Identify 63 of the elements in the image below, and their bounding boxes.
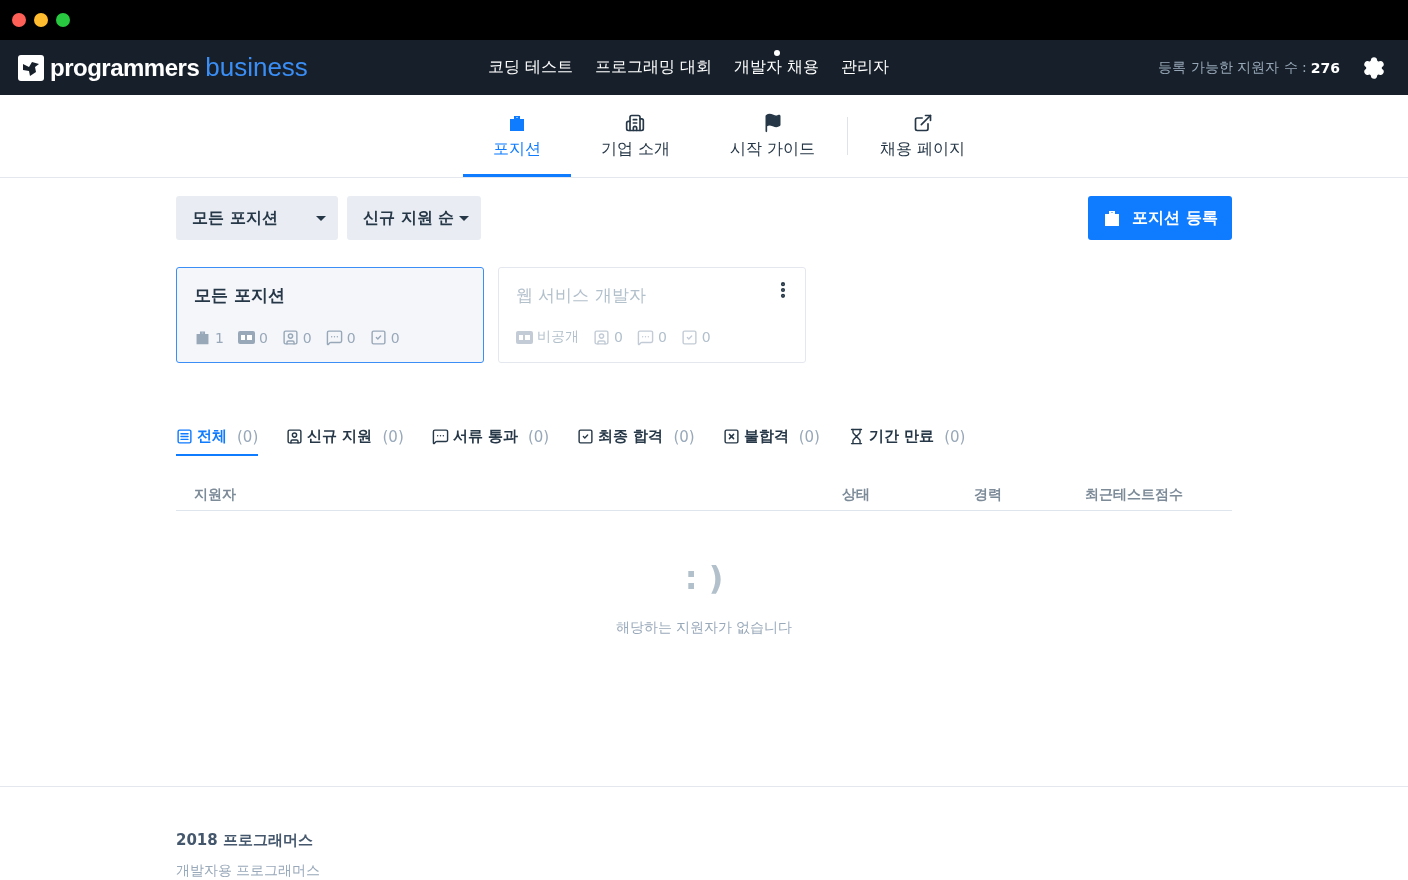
status-tab[interactable]: 불합격 (0) (722, 427, 820, 456)
checkbox-icon (680, 328, 698, 346)
checkbox-icon (577, 428, 595, 445)
building-icon (625, 113, 646, 133)
bag-icon (194, 329, 211, 346)
stat-value: 0 (614, 329, 623, 345)
comment-icon (325, 329, 343, 346)
logo-subtitle: business (205, 52, 308, 83)
stat-value: 0 (657, 329, 667, 345)
status-tab[interactable]: 신규 지원 (0) (286, 427, 404, 456)
person-icon (286, 428, 304, 445)
toggle-icon (237, 331, 255, 344)
window-control[interactable] (34, 13, 48, 27)
section-tab[interactable]: 포지션 (462, 95, 571, 177)
nav-link[interactable]: 프로그래밍 대회 (595, 57, 713, 78)
column-header: 경력 (973, 486, 1003, 504)
position-title: 모든 포지션 (194, 284, 285, 307)
nav-link[interactable]: 코딩 테스트 (488, 57, 574, 78)
filter-dropdown[interactable]: 모든 포지션 (176, 196, 338, 240)
person-icon (281, 329, 299, 346)
caret-icon (459, 215, 469, 221)
section-tab[interactable]: 기업 소개 (570, 95, 700, 177)
cross-box-icon (722, 428, 740, 445)
quota-label: 등록 가능한 지원자 수 : (1158, 58, 1307, 77)
stat-value: 0 (346, 329, 356, 346)
status-tab[interactable]: 전체 (0) (176, 427, 259, 456)
person-icon (593, 328, 610, 346)
stat-value: 0 (302, 329, 312, 346)
caret-icon (316, 215, 326, 221)
column-header: 최근테스트점수 (1084, 486, 1184, 504)
checkbox-icon (369, 329, 387, 346)
stat-value: 0 (258, 329, 268, 346)
column-header: 상태 (841, 486, 871, 504)
register-position-button[interactable]: 포지션 등록 (1088, 196, 1232, 240)
footer-title: 2018 프로그래머스 (176, 831, 314, 850)
filter-dropdown[interactable]: 신규 지원 순 (347, 196, 481, 240)
status-tab[interactable]: 기간 만료 (0) (847, 427, 966, 456)
stat-value: 0 (390, 329, 400, 346)
smiley-text: : ) (684, 559, 724, 597)
quota-value: 276 (1310, 59, 1340, 76)
position-title: 웹 서비스 개발자 (516, 284, 646, 307)
section-tab[interactable]: 채용 페이지 (850, 95, 996, 177)
list-icon (176, 428, 193, 445)
window-control[interactable] (12, 13, 26, 27)
nav-link[interactable]: 개발자 채용 (734, 57, 820, 78)
comment-icon (636, 328, 654, 346)
external-link-icon (912, 113, 933, 133)
position-card[interactable]: 모든 포지션 1 0 0 0 0 (176, 267, 484, 363)
status-tab[interactable]: 서류 통과 (0) (431, 427, 550, 456)
logo-text: programmers (50, 53, 200, 82)
comment-icon (431, 428, 449, 445)
empty-message: 해당하는 지원자가 없습니다 (615, 619, 793, 637)
section-tab[interactable]: 시작 가이드 (699, 95, 846, 177)
toggle-icon (516, 330, 533, 344)
settings-icon[interactable] (1362, 55, 1386, 80)
nav-link[interactable]: 관리자 (841, 57, 890, 78)
status-tab[interactable]: 최종 합격 (0) (577, 427, 695, 456)
stat-value: 비공개 (537, 328, 579, 346)
window-control[interactable] (56, 13, 70, 27)
stat-value: 1 (215, 329, 224, 346)
column-header: 지원자 (194, 486, 237, 504)
footer-subtitle: 개발자용 프로그래머스 (176, 862, 322, 880)
stat-value: 0 (701, 329, 711, 345)
